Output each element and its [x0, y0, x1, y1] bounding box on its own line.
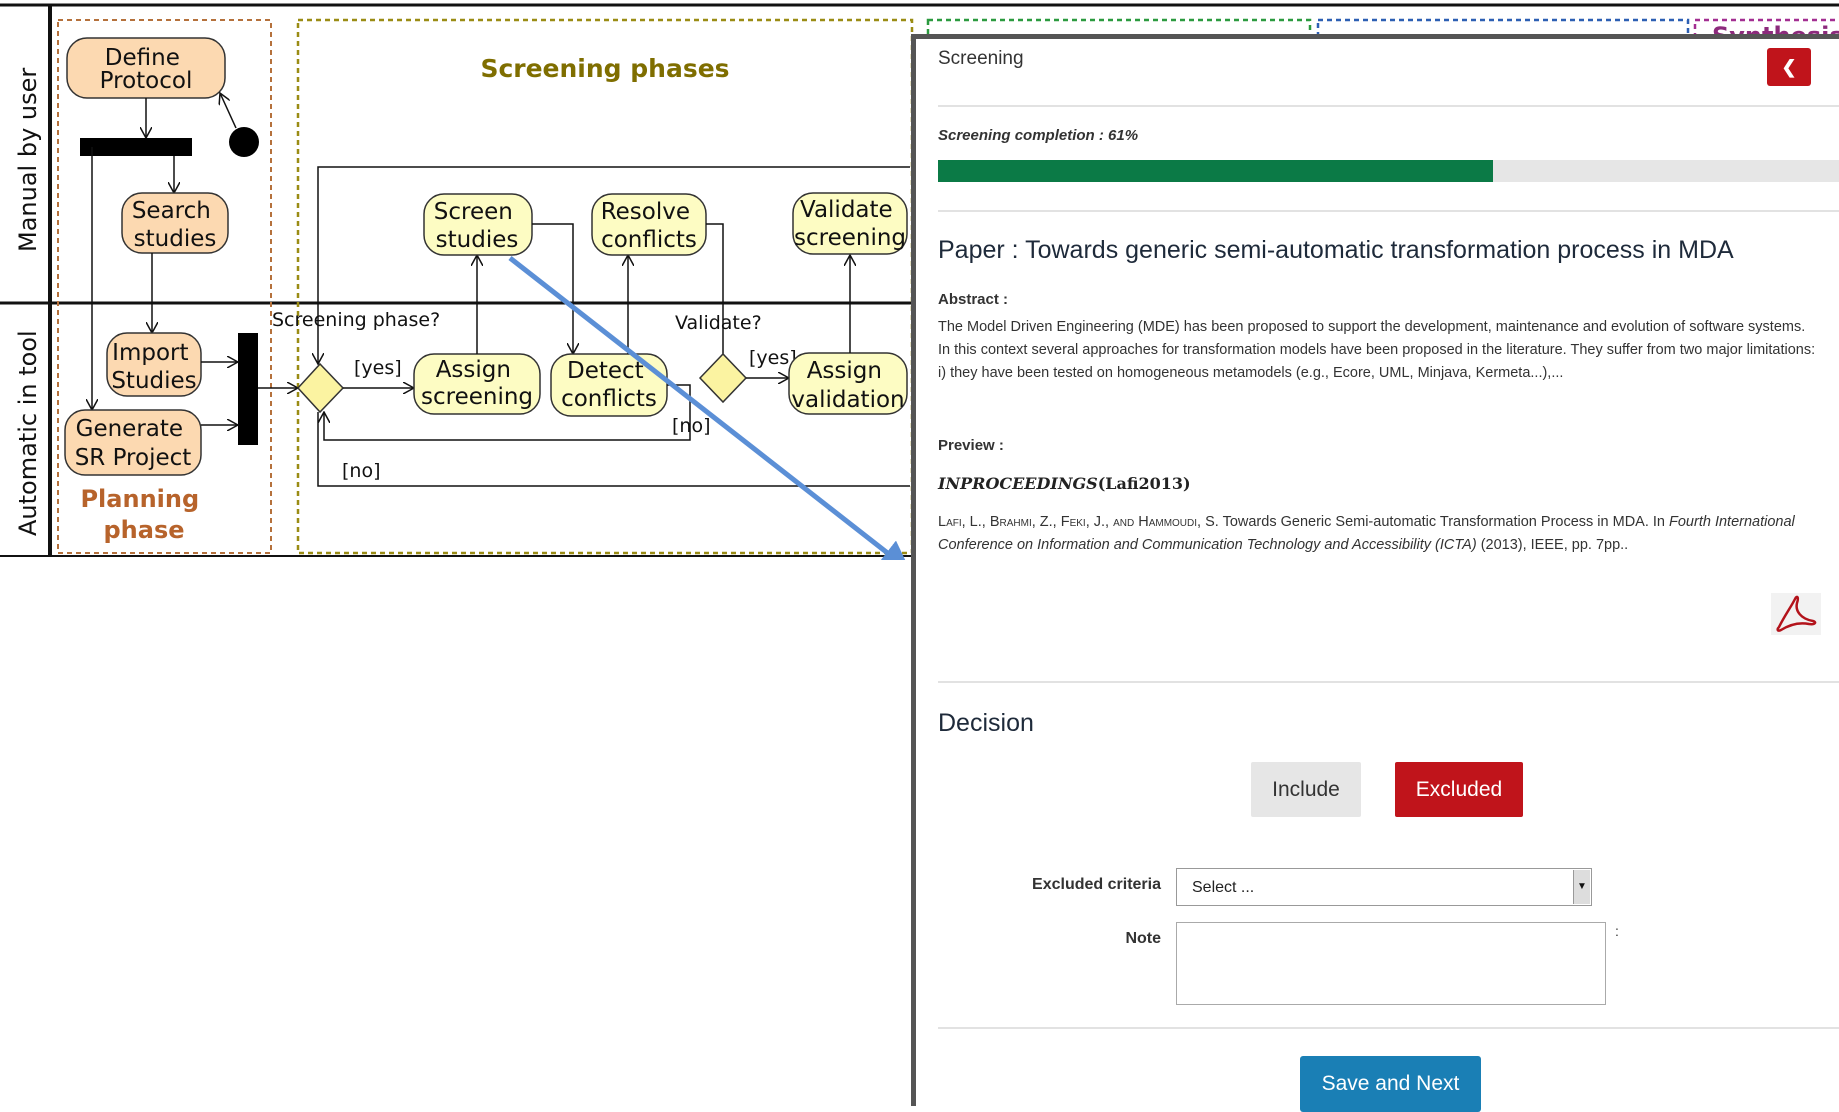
fork-bar-planning [80, 138, 192, 156]
assign-screening-line1: Assign [436, 357, 511, 383]
assign-screening-line2: screening [421, 384, 533, 410]
bib-key: (Lafi2013) [1097, 474, 1191, 493]
citation-title: Towards Generic Semi-automatic Transform… [1222, 514, 1665, 530]
note-label: Note [1125, 930, 1161, 947]
abstract-text: The Model Driven Engineering (MDE) has b… [938, 319, 1816, 381]
divider [938, 105, 1839, 107]
screening-phase-box [296, 18, 914, 555]
arrow-left-icon: ❮ [1781, 57, 1797, 77]
node-define-protocol-label: Define Protocol [100, 45, 193, 94]
include-button[interactable]: Include [1251, 762, 1361, 817]
screen-studies-line1: Screen [434, 199, 513, 225]
completion-label: Screening completion : 61% [938, 127, 1139, 144]
pdf-icon-graphic [1776, 595, 1817, 632]
decision-screening-phase-label: Screening phase? [272, 309, 440, 331]
generate-line1: Generate [76, 416, 183, 442]
lane-label-manual: Manual by user [14, 68, 42, 252]
validate-screening-line1: Validate [800, 197, 893, 223]
validate-screening-line2: screening [794, 225, 906, 251]
completion-progress-fill [938, 160, 1494, 182]
excluded-button[interactable]: Excluded [1395, 762, 1523, 817]
detect-conflicts-line1: Detect [567, 358, 644, 384]
generate-line2: SR Project [75, 445, 192, 471]
edge-label-no-1: [no] [672, 415, 711, 437]
pdf-icon[interactable] [1771, 593, 1821, 635]
detect-conflicts-line2: conflicts [561, 386, 657, 412]
preview-label: Preview : [938, 437, 1004, 454]
select-value: Select ... [1192, 879, 1255, 896]
assign-validation-line2: validation [791, 387, 904, 413]
note-textarea[interactable] [1176, 922, 1606, 1005]
planning-phase-title-line2: phase [103, 516, 184, 544]
import-studies-line2: Studies [111, 368, 196, 394]
planning-phase-title: Planning phase [80, 485, 207, 544]
search-studies-line2: studies [134, 226, 217, 252]
completion-progress-bar [938, 160, 1839, 182]
edge-label-no-2: [no] [342, 460, 381, 482]
search-studies-line1: Search [132, 198, 211, 224]
divider [938, 1027, 1839, 1029]
divider [938, 210, 1839, 212]
note-colon: : [1615, 923, 1619, 939]
initial-node [229, 127, 259, 157]
fork-bar-automatic [238, 333, 258, 445]
abstract-label: Abstract : [938, 291, 1009, 308]
panel-title: Screening [938, 48, 1024, 69]
decision-screening-phase [296, 362, 345, 414]
citation-authors: Lafi, L., Brahmi, Z., Feki, J., and Hamm… [938, 514, 1219, 530]
planning-phase-title-line1: Planning [80, 485, 199, 513]
assign-validation-line1: Assign [807, 358, 882, 384]
define-protocol-line2: Protocol [100, 68, 193, 94]
import-studies-line1: Import [112, 340, 188, 366]
edge-label-yes-1: [yes] [354, 357, 402, 379]
bib-entry-header: INPROCEEDINGS(Lafi2013) [938, 474, 1191, 493]
decision-validate [698, 352, 748, 404]
resolve-conflicts-line2: conflicts [601, 227, 697, 253]
screen-studies-line2: studies [436, 227, 519, 253]
save-and-next-button[interactable]: Save and Next [1300, 1056, 1481, 1112]
lane-label-automatic: Automatic in tool [14, 330, 42, 536]
screening-phases-title: Screening phases [480, 54, 729, 83]
resolve-conflicts-line1: Resolve [601, 199, 690, 225]
bib-type: INPROCEEDINGS [938, 474, 1098, 493]
paper-title: Paper : Towards generic semi-automatic t… [938, 236, 1734, 264]
divider [938, 681, 1839, 683]
decision-heading: Decision [938, 709, 1034, 737]
chevron-down-icon: ▼ [1573, 870, 1590, 904]
back-button[interactable]: ❮ [1767, 48, 1811, 86]
citation-text: Lafi, L., Brahmi, Z., Feki, J., and Hamm… [938, 511, 1828, 557]
node-assign-screening-label: Assign screening [421, 357, 533, 410]
excluded-criteria-select[interactable]: Select ... ▼ [1176, 868, 1592, 906]
citation-tail: (2013), IEEE, pp. 7pp.. [1480, 537, 1629, 553]
decision-validate-label: Validate? [675, 312, 762, 334]
excluded-criteria-label: Excluded criteria [1032, 876, 1161, 893]
screening-panel: Screening ❮ Screening completion : 61% P… [911, 34, 1839, 1112]
